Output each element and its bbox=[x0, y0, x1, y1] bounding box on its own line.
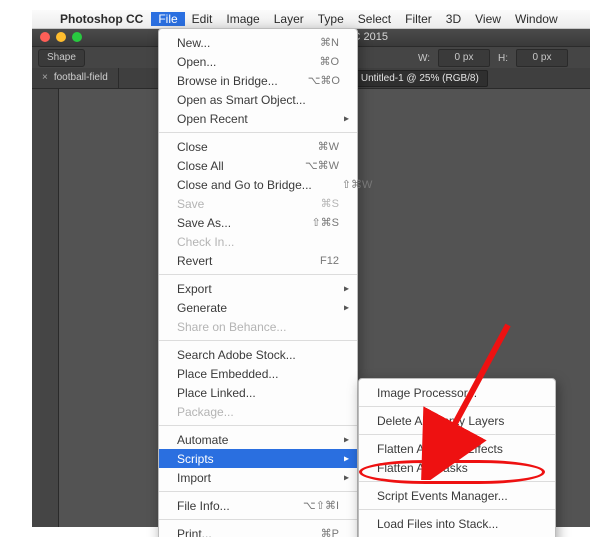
menu-item-close-bridge[interactable]: Close and Go to Bridge...⇧⌘W bbox=[159, 175, 357, 194]
menu-item-open-recent[interactable]: Open Recent▸ bbox=[159, 109, 357, 128]
menu-view[interactable]: View bbox=[468, 12, 508, 26]
close-window-button[interactable] bbox=[40, 32, 50, 42]
minimize-window-button[interactable] bbox=[56, 32, 66, 42]
menu-type[interactable]: Type bbox=[311, 12, 351, 26]
menu-item-open-smart[interactable]: Open as Smart Object... bbox=[159, 90, 357, 109]
chevron-right-icon: ▸ bbox=[344, 113, 349, 124]
tab-label: football-field bbox=[54, 68, 108, 88]
menu-item-generate[interactable]: Generate▸ bbox=[159, 298, 357, 317]
menu-select[interactable]: Select bbox=[351, 12, 398, 26]
menu-item-place-linked[interactable]: Place Linked... bbox=[159, 383, 357, 402]
menu-item-open[interactable]: Open...⌘O bbox=[159, 52, 357, 71]
menu-file[interactable]: File bbox=[151, 12, 184, 26]
document-tab-right[interactable]: × Untitled-1 @ 25% (RGB/8) bbox=[340, 70, 488, 87]
menu-item-flatten-effects[interactable]: Flatten All Layer Effects bbox=[359, 439, 555, 458]
chevron-right-icon: ▸ bbox=[344, 302, 349, 313]
menu-item-check-in: Check In... bbox=[159, 232, 357, 251]
app-name[interactable]: Photoshop CC bbox=[52, 12, 151, 26]
menu-item-save: Save⌘S bbox=[159, 194, 357, 213]
menu-item-delete-empty-layers[interactable]: Delete All Empty Layers bbox=[359, 411, 555, 430]
menu-item-load-dicom[interactable]: Load Multiple DICOM Files... bbox=[359, 533, 555, 537]
h-field[interactable]: 0 px bbox=[516, 49, 568, 67]
menu-item-new[interactable]: New...⌘N bbox=[159, 33, 357, 52]
chevron-right-icon: ▸ bbox=[344, 472, 349, 483]
menu-item-package: Package... bbox=[159, 402, 357, 421]
menu-item-load-files-into-stack[interactable]: Load Files into Stack... bbox=[359, 514, 555, 533]
chevron-right-icon: ▸ bbox=[344, 434, 349, 445]
menu-item-share-behance: Share on Behance... bbox=[159, 317, 357, 336]
w-label: W: bbox=[418, 53, 430, 64]
tab-label: Untitled-1 @ 25% (RGB/8) bbox=[361, 73, 479, 84]
file-menu: New...⌘N Open...⌘O Browse in Bridge...⌥⌘… bbox=[158, 28, 358, 537]
menu-item-script-events-manager[interactable]: Script Events Manager... bbox=[359, 486, 555, 505]
menu-item-place-embedded[interactable]: Place Embedded... bbox=[159, 364, 357, 383]
menu-item-image-processor[interactable]: Image Processor... bbox=[359, 383, 555, 402]
document-tab-left[interactable]: × football-field bbox=[32, 68, 119, 88]
menu-item-revert[interactable]: RevertF12 bbox=[159, 251, 357, 270]
menu-filter[interactable]: Filter bbox=[398, 12, 439, 26]
tool-strip[interactable] bbox=[32, 88, 59, 527]
menu-layer[interactable]: Layer bbox=[267, 12, 311, 26]
menu-item-close[interactable]: Close⌘W bbox=[159, 137, 357, 156]
zoom-window-button[interactable] bbox=[72, 32, 82, 42]
menu-window[interactable]: Window bbox=[508, 12, 565, 26]
tool-preset[interactable]: Shape bbox=[38, 49, 85, 67]
menu-item-close-all[interactable]: Close All⌥⌘W bbox=[159, 156, 357, 175]
menu-item-browse-bridge[interactable]: Browse in Bridge...⌥⌘O bbox=[159, 71, 357, 90]
menu-item-import[interactable]: Import▸ bbox=[159, 468, 357, 487]
menu-item-search-stock[interactable]: Search Adobe Stock... bbox=[159, 345, 357, 364]
h-label: H: bbox=[498, 53, 508, 64]
menu-item-export[interactable]: Export▸ bbox=[159, 279, 357, 298]
menu-item-flatten-masks[interactable]: Flatten All Masks bbox=[359, 458, 555, 477]
chevron-right-icon: ▸ bbox=[344, 453, 349, 464]
menu-item-file-info[interactable]: File Info...⌥⇧⌘I bbox=[159, 496, 357, 515]
menu-edit[interactable]: Edit bbox=[185, 12, 220, 26]
chevron-right-icon: ▸ bbox=[344, 283, 349, 294]
scripts-submenu: Image Processor... Delete All Empty Laye… bbox=[358, 378, 556, 537]
menu-item-automate[interactable]: Automate▸ bbox=[159, 430, 357, 449]
close-icon[interactable]: × bbox=[42, 68, 48, 88]
menu-bar: Photoshop CC File Edit Image Layer Type … bbox=[32, 10, 590, 29]
menu-3d[interactable]: 3D bbox=[439, 12, 468, 26]
menu-item-scripts[interactable]: Scripts▸ bbox=[159, 449, 357, 468]
w-field[interactable]: 0 px bbox=[438, 49, 490, 67]
menu-item-save-as[interactable]: Save As...⇧⌘S bbox=[159, 213, 357, 232]
menu-item-print[interactable]: Print...⌘P bbox=[159, 524, 357, 537]
menu-image[interactable]: Image bbox=[219, 12, 266, 26]
